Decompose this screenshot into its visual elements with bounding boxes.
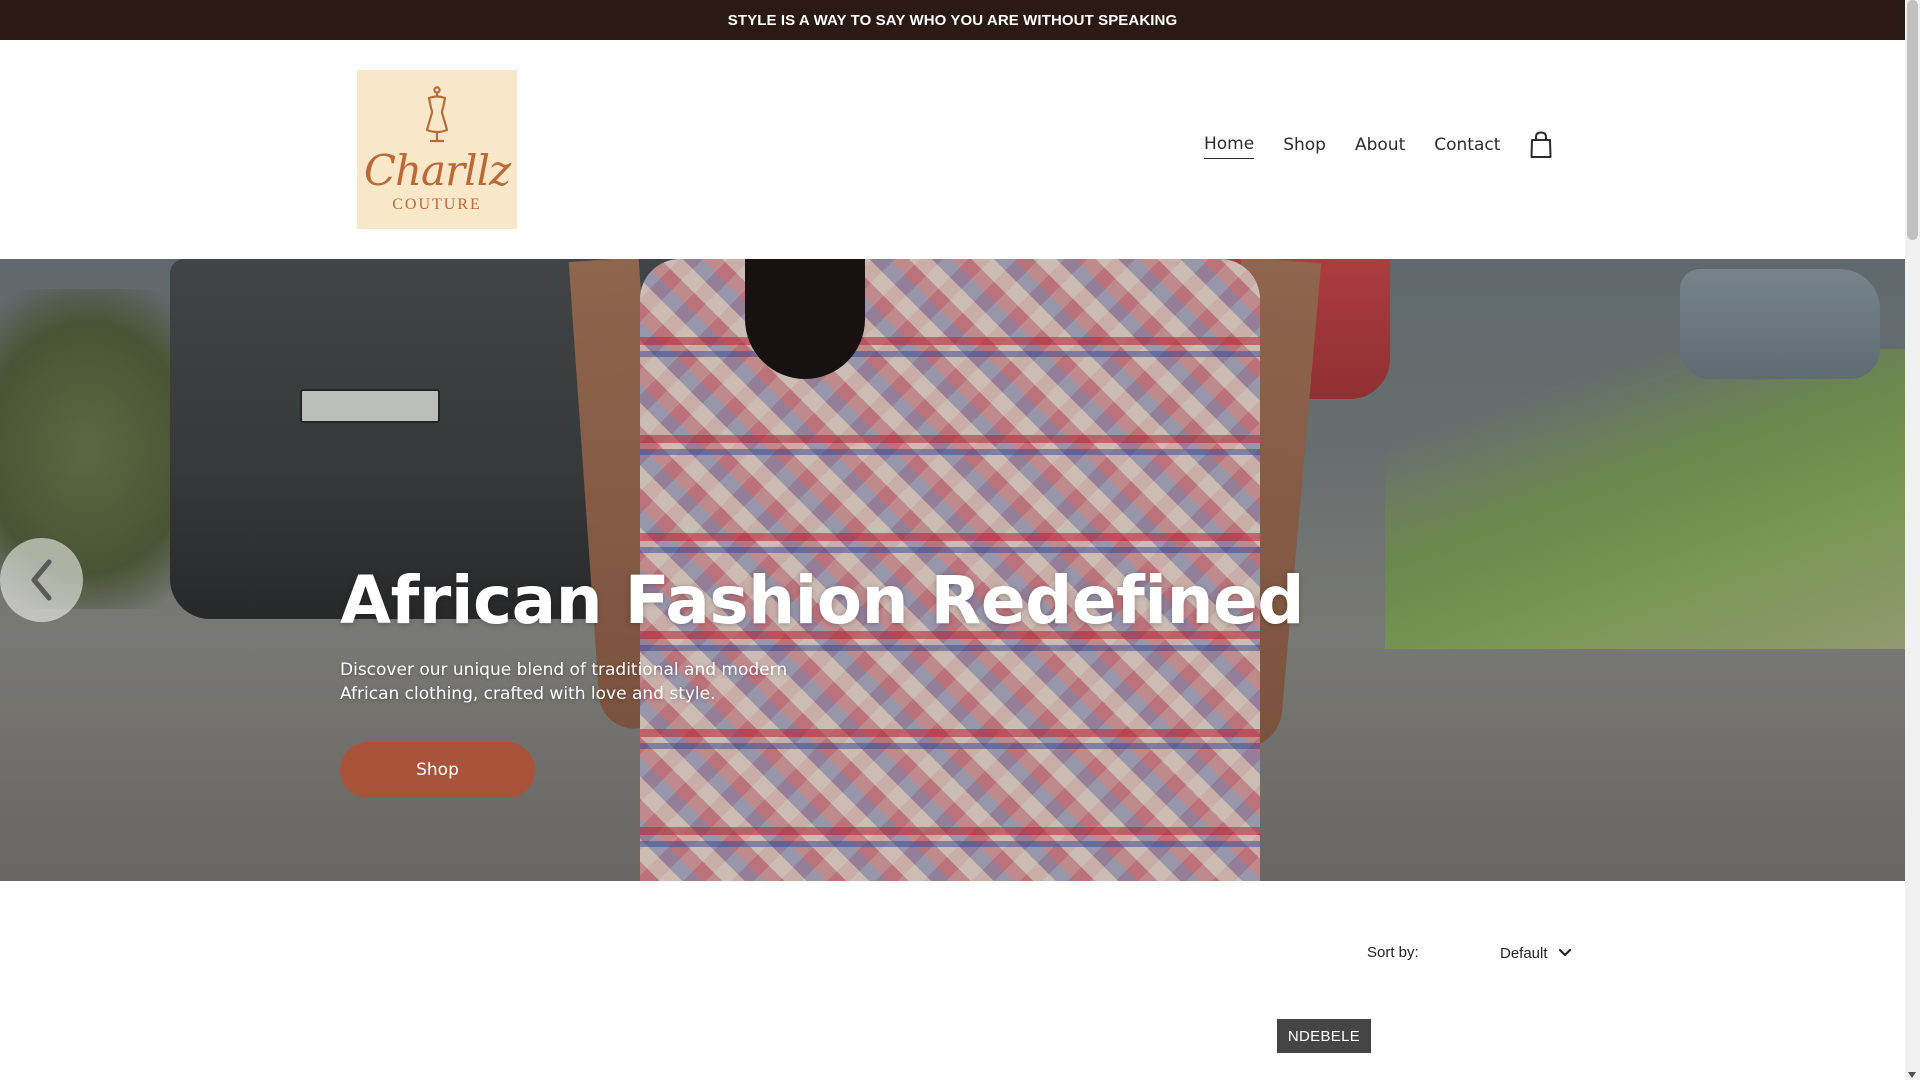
sort-select[interactable]: Default bbox=[1500, 940, 1572, 966]
site-header: Charllz COUTURE Home Shop About Contact bbox=[0, 40, 1905, 259]
scrollbar-thumb[interactable] bbox=[1907, 0, 1918, 240]
logo-brand-sub: COUTURE bbox=[392, 195, 482, 213]
shopping-bag-icon[interactable] bbox=[1529, 131, 1553, 159]
page-scrollbar[interactable] bbox=[1905, 0, 1920, 1080]
nav-shop[interactable]: Shop bbox=[1283, 135, 1326, 159]
site-logo[interactable]: Charllz COUTURE bbox=[357, 70, 517, 229]
main-nav: Home Shop About Contact bbox=[1204, 131, 1553, 159]
nav-home[interactable]: Home bbox=[1204, 134, 1255, 159]
sort-label: Sort by: bbox=[1367, 944, 1419, 961]
announcement-text: STYLE IS A WAY TO SAY WHO YOU ARE WITHOU… bbox=[727, 11, 1178, 29]
chevron-left-icon bbox=[31, 559, 51, 601]
hero-shop-button[interactable]: Shop bbox=[340, 742, 535, 798]
hero-banner: African Fashion Redefined Discover our u… bbox=[0, 259, 1905, 881]
hero-title: African Fashion Redefined bbox=[340, 562, 1304, 639]
nav-about[interactable]: About bbox=[1355, 135, 1405, 159]
dress-form-icon bbox=[425, 85, 449, 142]
hero-description: Discover our unique blend of traditional… bbox=[340, 660, 788, 704]
category-tag-label: NDEBELE bbox=[1287, 1027, 1361, 1045]
page: STYLE IS A WAY TO SAY WHO YOU ARE WITHOU… bbox=[0, 0, 1920, 1080]
sort-selected-value: Default bbox=[1500, 944, 1548, 962]
chevron-down-icon bbox=[1558, 948, 1571, 957]
announcement-bar: STYLE IS A WAY TO SAY WHO YOU ARE WITHOU… bbox=[0, 0, 1905, 40]
carousel-prev-button[interactable] bbox=[0, 538, 83, 622]
category-tag[interactable]: NDEBELE bbox=[1277, 1019, 1371, 1053]
scroll-down-arrow-icon[interactable] bbox=[1908, 1072, 1916, 1078]
logo-brand-name: Charllz bbox=[363, 145, 511, 195]
nav-contact[interactable]: Contact bbox=[1434, 135, 1500, 159]
